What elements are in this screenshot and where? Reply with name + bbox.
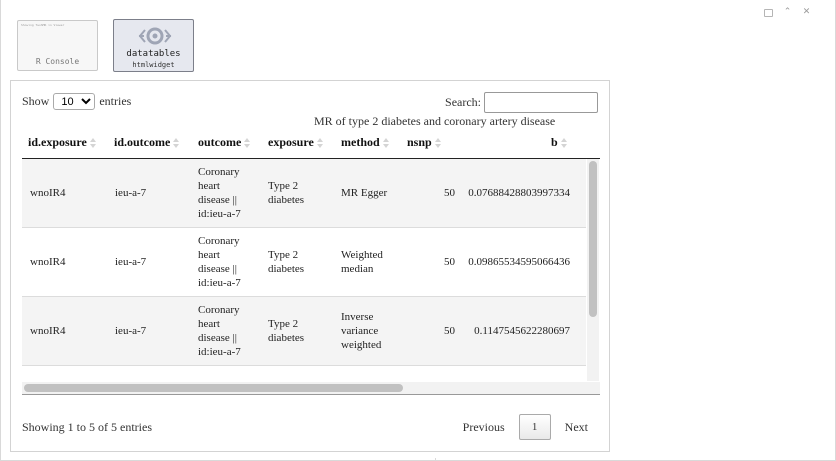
- column-header-label: id.exposure: [28, 135, 87, 149]
- table-rows: wnoIR4 ieu-a-7 Coronary heart disease || id:i…: [22, 159, 586, 394]
- sort-icon: [316, 137, 324, 149]
- cell-b: 0.09865534595066436: [468, 256, 570, 268]
- previous-button[interactable]: Previous: [463, 420, 505, 435]
- entries-length-select[interactable]: 10: [53, 93, 96, 110]
- cell-line: id:ieu-a-7: [198, 346, 241, 358]
- minimize-icon[interactable]: [763, 6, 774, 18]
- next-button[interactable]: Next: [565, 420, 588, 435]
- entries-length-control: Show 10 entries: [22, 93, 131, 110]
- column-header-label: nsnp: [407, 135, 432, 149]
- cell-id-exposure: wnoIR4: [30, 187, 66, 199]
- cell-line: disease ||: [198, 332, 237, 344]
- column-header-id-outcome[interactable]: id.outcome: [114, 135, 180, 150]
- cell-line: id:ieu-a-7: [198, 277, 241, 289]
- search-control: Search:: [445, 92, 598, 113]
- table-header: id.exposure id.outcome outcome exposure …: [22, 128, 600, 159]
- search-input[interactable]: [484, 92, 598, 113]
- cell-method: Inverse variance weighted: [341, 310, 381, 352]
- cell-line: Coronary: [198, 166, 240, 178]
- cell-exposure: Type 2 diabetes: [268, 317, 304, 345]
- sort-icon: [244, 137, 251, 149]
- cell-exposure: Type 2 diabetes: [268, 248, 304, 276]
- cell-line: Type 2: [268, 180, 299, 192]
- column-header-method[interactable]: method: [341, 135, 390, 150]
- pagination: Previous 1 Next: [463, 414, 588, 440]
- cell-line: id:ieu-a-7: [198, 208, 241, 220]
- sort-icon: [382, 137, 390, 149]
- datatables-thumbnail-title: datatables: [126, 49, 181, 59]
- horizontal-scroll-thumb[interactable]: [24, 384, 403, 392]
- cell-line: diabetes: [268, 332, 305, 344]
- show-label: Show: [22, 94, 50, 108]
- column-header-b[interactable]: b: [551, 135, 568, 150]
- cell-method: MR Egger: [341, 186, 387, 200]
- column-header-outcome[interactable]: outcome: [198, 135, 251, 150]
- cell-id-exposure: wnoIR4: [30, 325, 66, 337]
- table-caption: MR of type 2 diabetes and coronary arter…: [314, 114, 556, 128]
- cell-line: median: [341, 263, 374, 275]
- cell-line: Coronary: [198, 235, 240, 247]
- column-header-nsnp[interactable]: nsnp: [407, 135, 442, 150]
- cell-line: Inverse: [341, 311, 374, 323]
- cell-id-exposure: wnoIR4: [30, 256, 66, 268]
- sort-icon: [173, 137, 180, 149]
- table-row[interactable]: wnoIR4 ieu-a-7 Coronary heart disease || id:i…: [22, 297, 586, 366]
- cell-b: 0.07688428803997334: [468, 187, 570, 199]
- cell-line: diabetes: [268, 194, 305, 206]
- vertical-scroll-thumb[interactable]: [589, 161, 597, 317]
- cell-outcome: Coronary heart disease || id:ieu-a-7: [198, 165, 241, 221]
- page-button[interactable]: 1: [518, 414, 551, 440]
- cell-line: disease ||: [198, 263, 237, 275]
- table-row[interactable]: wnoIR4 ieu-a-7 Coronary heart disease || id:i…: [22, 228, 586, 297]
- cell-id-outcome: ieu-a-7: [115, 256, 147, 268]
- datatables-thumbnail-subtitle: htmlwidget: [132, 61, 175, 69]
- close-icon[interactable]: ✕: [801, 6, 812, 18]
- cell-exposure: Type 2 diabetes: [268, 179, 304, 207]
- column-header-label: exposure: [268, 135, 314, 149]
- datatables-thumbnail[interactable]: datatables htmlwidget: [113, 19, 194, 72]
- cell-line: Type 2: [268, 318, 299, 330]
- cell-id-outcome: ieu-a-7: [115, 187, 147, 199]
- sort-icon: [89, 137, 97, 149]
- table-body: wnoIR4 ieu-a-7 Coronary heart disease || id:i…: [22, 159, 600, 395]
- column-header-label: method: [341, 135, 380, 149]
- cell-id-outcome: ieu-a-7: [115, 325, 147, 337]
- cell-line: disease ||: [198, 194, 237, 206]
- vertical-scrollbar[interactable]: [587, 159, 599, 381]
- console-thumbnail-label: R Console: [35, 57, 80, 66]
- console-thumbnail-preview: Showing TwoSMR in Viewer: [21, 23, 65, 27]
- datatable-panel: Show 10 entries Search: MR of type 2 dia…: [10, 80, 610, 452]
- column-header-id-exposure[interactable]: id.exposure: [28, 135, 97, 150]
- cell-line: Coronary: [198, 304, 240, 316]
- table-row[interactable]: wnoIR4 ieu-a-7 Coronary heart disease || id:i…: [22, 159, 586, 228]
- sort-icon: [560, 137, 568, 149]
- cell-line: heart: [198, 249, 220, 261]
- cell-line: Weighted: [341, 249, 383, 261]
- sort-icon: [434, 137, 442, 149]
- column-header-label: id.outcome: [114, 135, 171, 149]
- horizontal-scrollbar[interactable]: [22, 382, 600, 394]
- cell-method: Weighted median: [341, 248, 383, 276]
- gear-icon: [138, 27, 172, 45]
- console-thumbnail[interactable]: Showing TwoSMR in Viewer R Console: [17, 20, 98, 71]
- cell-line: heart: [198, 318, 220, 330]
- collapse-icon[interactable]: ⌃: [782, 6, 793, 18]
- cell-line: heart: [198, 180, 220, 192]
- cell-outcome: Coronary heart disease || id:ieu-a-7: [198, 303, 241, 359]
- search-label: Search:: [445, 95, 481, 109]
- cell-line: variance: [341, 325, 379, 337]
- cell-line: MR Egger: [341, 187, 388, 199]
- column-header-exposure[interactable]: exposure: [268, 135, 324, 150]
- cell-line: Type 2: [268, 249, 299, 261]
- cell-line: weighted: [341, 339, 382, 351]
- cell-line: diabetes: [268, 263, 305, 275]
- entries-label: entries: [99, 94, 132, 108]
- cell-outcome: Coronary heart disease || id:ieu-a-7: [198, 234, 241, 290]
- column-header-label: b: [551, 135, 558, 149]
- window-controls: ⌃ ✕: [763, 6, 812, 18]
- column-header-label: outcome: [198, 135, 242, 149]
- table-info: Showing 1 to 5 of 5 entries: [22, 420, 152, 434]
- cell-b: 0.1147545622280697: [474, 325, 570, 337]
